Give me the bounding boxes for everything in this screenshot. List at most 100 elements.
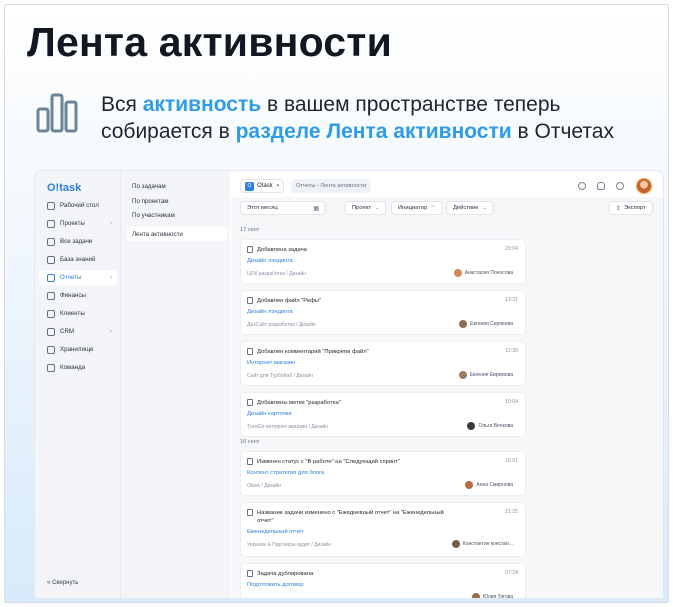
task-link[interactable]: Дизайн карточки — [247, 411, 292, 417]
activity-user[interactable]: Анна Смирнова — [465, 481, 513, 489]
sidebar-item[interactable]: Отчеты › — [39, 270, 117, 285]
book-icon — [47, 255, 55, 264]
activity-card[interactable]: Добавлена задача 20:04 Дизайн лэндинга ЦОК … — [240, 239, 526, 284]
promo-frame: Лента активности Вся активность в вашем … — [4, 4, 669, 603]
avatar — [467, 422, 476, 430]
topbar: O Otask ▾ Отчеты › Лента активности — [231, 171, 663, 197]
user-name: Юлия Тягова — [483, 594, 513, 598]
activity-time: 13:31 — [505, 297, 518, 303]
checklist-icon — [47, 237, 55, 246]
activity-user[interactable]: Евгения Евремова — [458, 371, 513, 379]
sidebar-item-label: Отчеты — [60, 274, 82, 281]
user-name: Евгения Евремова — [469, 372, 513, 378]
wallet-icon — [47, 291, 55, 300]
sidebar-item[interactable]: Финансы — [39, 288, 117, 303]
project-filter[interactable]: Проект ⌄ — [345, 201, 387, 215]
search-icon[interactable] — [578, 182, 586, 190]
chevron-right-icon: › — [110, 274, 112, 281]
sidebar-item[interactable]: База знаний — [39, 252, 117, 267]
briefcase-icon — [47, 219, 55, 228]
user-name: Анастасия Поносова — [464, 270, 513, 276]
subnav-item[interactable]: Лента активности — [127, 227, 227, 241]
user-name: Евгения Серпеева — [470, 321, 513, 327]
activity-card[interactable]: Изменен статус с "В работе" на "Следующи… — [240, 451, 526, 496]
task-link[interactable]: Еженедельный отчёт — [247, 529, 304, 535]
project-path: Сайт для ТурбоКаб / Дизайн — [247, 373, 314, 379]
project-path: ДизСайт разработка / Дизайн — [247, 322, 316, 328]
period-filter[interactable]: Этот месяц ▦ — [240, 201, 326, 215]
subnav-item[interactable]: По задачам — [127, 179, 227, 193]
activity-title: Добавлен комментарий "Прикрепи файл" — [257, 349, 369, 355]
sidebar-item-label: Финансы — [60, 292, 86, 299]
activity-user[interactable]: Юлия Тягова — [472, 593, 513, 598]
activity-title: Задача дублирована — [257, 571, 314, 577]
activity-user[interactable]: Евгения Серпеева — [459, 320, 513, 328]
sidebar-item[interactable]: CRM › — [39, 324, 117, 339]
task-link[interactable]: Интернет магазин — [247, 360, 295, 366]
bell-icon[interactable] — [597, 182, 605, 190]
app-logo[interactable]: O!task — [47, 182, 81, 194]
document-icon — [247, 246, 253, 253]
avatar[interactable] — [636, 178, 652, 194]
activity-card[interactable]: Название задачи изменено с "Ежедневный о… — [240, 502, 526, 557]
sidebar-item[interactable]: Рабочий стол — [39, 198, 117, 213]
document-icon — [247, 509, 253, 516]
project-path: Otask / Дизайн — [247, 483, 282, 489]
chevron-down-icon: ⌄ — [375, 205, 380, 211]
date-group-label: 17 сент — [240, 227, 260, 233]
workspace-badge: O — [245, 181, 254, 191]
action-filter[interactable]: Действие ⌄ — [446, 201, 494, 215]
sidebar-item[interactable]: Проекты › — [39, 216, 117, 231]
user-name: Анна Смирнова — [476, 482, 513, 488]
sidebar-item[interactable]: Все задачи — [39, 234, 117, 249]
activity-card[interactable]: Задача дублирована 07:24 Подготовить догов… — [240, 563, 526, 598]
reports-subnav: По задачам По проектам По участникам Лента … — [120, 171, 230, 598]
initiator-filter[interactable]: Инициатор ⌃ — [391, 201, 443, 215]
task-link[interactable]: Подготовить договор — [247, 582, 303, 588]
chevron-right-icon: › — [110, 220, 112, 227]
task-link[interactable]: Дизайн лэндинга — [247, 258, 293, 264]
chart-icon — [47, 273, 55, 282]
document-icon — [247, 570, 253, 577]
sidebar: O!task Рабочий стол Проекты › Все задачи Баз… — [35, 171, 120, 598]
activity-time: 20:04 — [505, 246, 518, 252]
avatar — [465, 481, 474, 489]
collapse-sidebar-button[interactable]: « Свернуть — [47, 580, 78, 586]
sidebar-item[interactable]: Клиенты — [39, 306, 117, 321]
subnav-item[interactable]: По участникам — [127, 208, 227, 222]
workspace-switcher[interactable]: O Otask ▾ — [240, 179, 285, 193]
sidebar-item-label: Все задачи — [60, 238, 93, 245]
activity-card[interactable]: Добавлен файл "Рефы" 13:31 Дизайн лэндинга… — [240, 290, 526, 335]
sidebar-item[interactable]: Хранилище — [39, 342, 117, 357]
activity-time: 16:01 — [505, 458, 518, 464]
activity-user[interactable]: Анастасия Поносова — [453, 269, 513, 277]
sidebar-item-label: База знаний — [60, 256, 96, 263]
sidebar-item[interactable]: Команда — [39, 360, 117, 375]
chevron-down-icon: ▾ — [276, 183, 280, 189]
activity-user[interactable]: Ольга Велкова — [467, 422, 513, 430]
calendar-icon: ▦ — [313, 205, 319, 212]
chevron-right-icon: › — [110, 328, 112, 335]
document-icon — [247, 458, 253, 465]
task-link[interactable]: Контент стратегия для блога — [247, 470, 324, 476]
help-icon[interactable] — [616, 182, 624, 190]
team-icon — [47, 363, 55, 372]
crm-icon — [47, 327, 55, 336]
sidebar-item-label: Команда — [60, 364, 86, 371]
export-button[interactable]: ⇪ Экспорт — [609, 201, 653, 215]
home-icon — [47, 201, 55, 210]
avatar — [472, 593, 480, 598]
sidebar-item-label: CRM — [60, 328, 75, 335]
subnav-item[interactable]: По проектам — [127, 194, 227, 208]
activity-card[interactable]: Добавлены метки "разработка" 10:04 Дизайн … — [240, 392, 526, 437]
avatar — [451, 540, 460, 548]
document-icon — [247, 399, 253, 406]
project-path: Уеркали & Партнеры аудит / Дизайн — [247, 542, 331, 548]
task-link[interactable]: Дизайн лэндинга — [247, 309, 293, 315]
breadcrumb[interactable]: Отчеты › Лента активности — [291, 179, 372, 193]
activity-user[interactable]: Константин констан... — [451, 540, 513, 548]
clients-icon — [47, 309, 55, 318]
document-icon — [247, 348, 253, 355]
activity-card[interactable]: Добавлен комментарий "Прикрепи файл" 12:3… — [240, 341, 526, 386]
bar-chart-icon — [36, 93, 78, 133]
